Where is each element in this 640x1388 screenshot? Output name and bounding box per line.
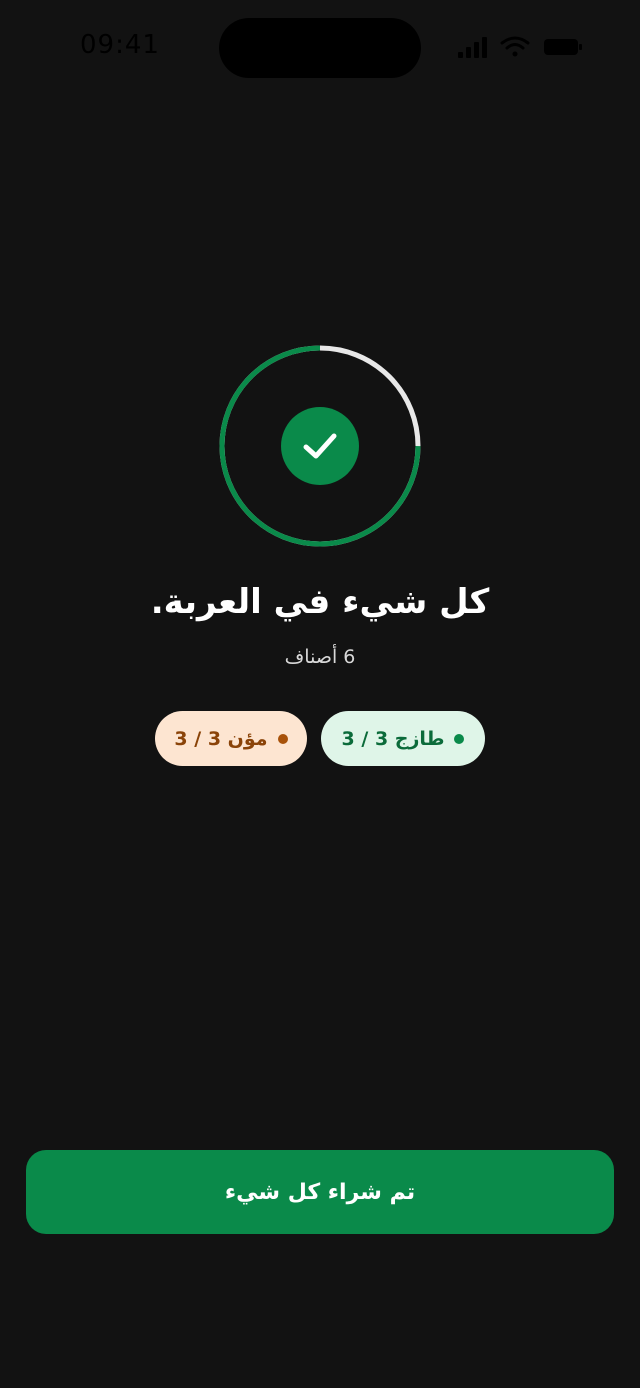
status-dot-icon bbox=[277, 733, 288, 744]
status-time: 09:41 bbox=[80, 30, 160, 60]
chip-pantry: مؤن 3 / 3 bbox=[155, 711, 307, 766]
cellular-signal-icon bbox=[458, 37, 487, 58]
checkmark-badge bbox=[281, 407, 359, 485]
status-dot-icon bbox=[454, 733, 465, 744]
battery-icon bbox=[544, 39, 582, 55]
checkmark-icon bbox=[303, 433, 337, 459]
screen: 09:41 كل شيء في العربة. 6 أصناف طازج 3 /… bbox=[0, 0, 640, 1388]
status-icons bbox=[456, 34, 586, 60]
chip-fresh-label: طازج 3 / 3 bbox=[341, 727, 445, 750]
dynamic-island bbox=[219, 18, 421, 78]
chip-pantry-label: مؤن 3 / 3 bbox=[174, 727, 268, 750]
item-count: 6 أصناف bbox=[284, 646, 356, 668]
page-title: كل شيء في العربة. bbox=[150, 582, 490, 622]
wifi-icon bbox=[500, 36, 530, 57]
chip-fresh: طازج 3 / 3 bbox=[321, 711, 485, 766]
all-purchased-button[interactable]: تم شراء كل شيء bbox=[26, 1150, 614, 1234]
